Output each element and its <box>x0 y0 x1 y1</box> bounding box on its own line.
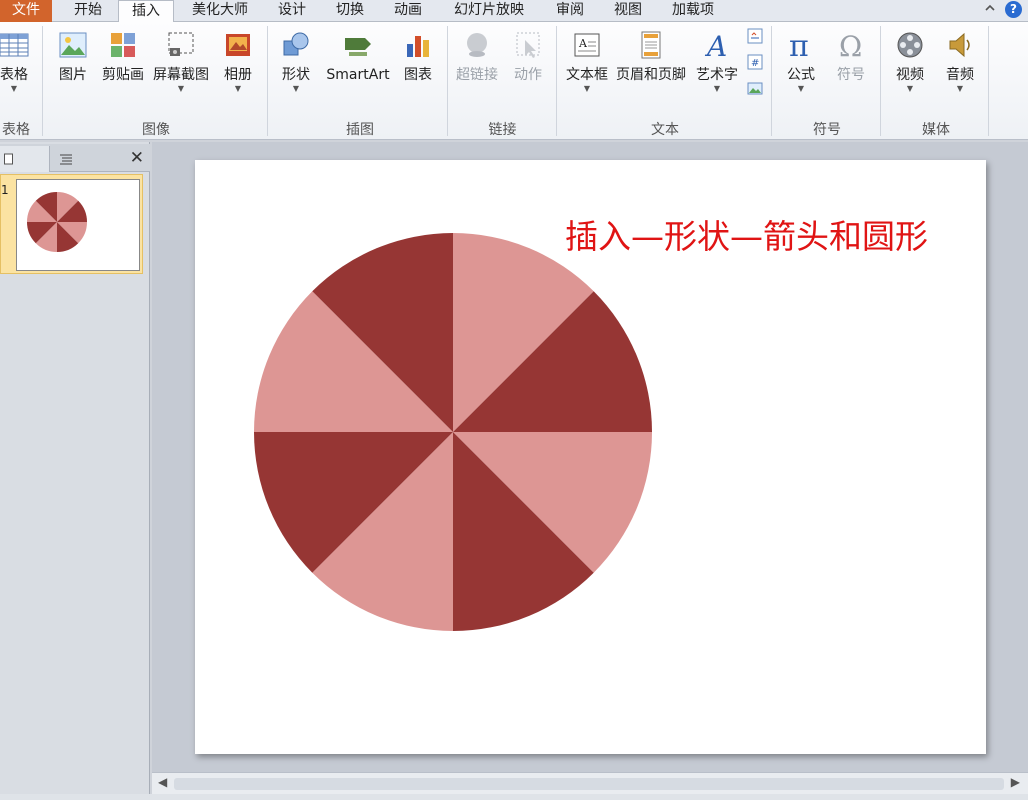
dropdown-arrow-icon: ▼ <box>956 84 964 93</box>
wordart-icon: A <box>702 30 732 63</box>
scroll-left-icon[interactable]: ◀ <box>158 775 167 789</box>
tab-outline[interactable] <box>52 146 80 172</box>
textbox-icon: A <box>572 30 602 60</box>
tab-view[interactable]: 视图 <box>604 0 652 22</box>
tab-beautify[interactable]: 美化大师 <box>180 0 260 22</box>
album-button[interactable]: 相册 ▼ <box>220 26 256 94</box>
tab-home[interactable]: 开始 <box>60 0 116 22</box>
svg-text:π: π <box>789 30 809 60</box>
ribbon-divider <box>556 26 557 136</box>
slide[interactable]: 插入—形状—箭头和圆形 <box>195 160 986 754</box>
equation-button[interactable]: π 公式 ▼ <box>783 26 819 94</box>
action-icon <box>513 30 543 60</box>
textbox-button[interactable]: A 文本框 ▼ <box>563 26 611 94</box>
table-button[interactable]: 表格 ▼ <box>0 26 34 94</box>
scrollbar-thumb[interactable] <box>174 778 1004 790</box>
ribbon-divider <box>42 26 43 136</box>
ribbon-divider <box>771 26 772 136</box>
group-label-text: 文本 <box>651 122 679 138</box>
dropdown-arrow-icon: ▼ <box>292 84 300 93</box>
svg-text:Ω: Ω <box>839 30 862 60</box>
screenshot-icon <box>166 30 196 60</box>
slide-thumbnail-item[interactable]: 1 <box>0 174 143 274</box>
dropdown-arrow-icon: ▼ <box>177 84 185 93</box>
dropdown-arrow-icon: ▼ <box>10 84 18 93</box>
speaker-icon <box>945 30 975 60</box>
ribbon: 表格 ▼ 表格 图片 剪贴画 屏幕截图 ▼ 相册 ▼ 图像 形状 ▼ Smart… <box>0 22 1028 140</box>
tab-slideshow[interactable]: 幻灯片放映 <box>443 0 535 22</box>
picture-button[interactable]: 图片 <box>52 26 94 84</box>
signature-line-icon[interactable] <box>747 28 763 44</box>
svg-text:A: A <box>704 30 727 60</box>
svg-text:A: A <box>578 37 588 50</box>
ribbon-divider <box>447 26 448 136</box>
slide-canvas: 插入—形状—箭头和圆形 <box>152 142 1028 772</box>
table-icon <box>0 30 29 60</box>
smartart-icon <box>343 30 373 60</box>
slides-panel-tabs: ✕ <box>0 144 150 172</box>
collapse-ribbon-icon[interactable] <box>984 2 996 16</box>
pi-equation-icon: π <box>786 29 816 64</box>
audio-button[interactable]: 音频 ▼ <box>942 26 978 94</box>
tab-transitions[interactable]: 切换 <box>326 0 374 22</box>
tab-review[interactable]: 审阅 <box>546 0 594 22</box>
thumbnail-pie <box>27 192 87 252</box>
svg-text:#: # <box>751 58 759 69</box>
dropdown-arrow-icon: ▼ <box>583 84 591 93</box>
action-button[interactable]: 动作 <box>508 26 548 84</box>
chart-button[interactable]: 图表 <box>400 26 436 84</box>
film-reel-icon <box>895 30 925 60</box>
ribbon-tab-bar: 文件 开始 插入 美化大师 设计 切换 动画 幻灯片放映 审阅 视图 加载项 ? <box>0 0 1028 23</box>
video-button[interactable]: 视频 ▼ <box>892 26 928 94</box>
slides-tab-icon <box>3 153 13 165</box>
group-label-images: 图像 <box>142 122 170 138</box>
close-panel-icon[interactable]: ✕ <box>130 148 144 168</box>
hyperlink-icon <box>462 30 492 60</box>
tab-design[interactable]: 设计 <box>268 0 316 22</box>
header-footer-icon <box>636 30 666 60</box>
slide-number-icon[interactable]: # <box>747 54 763 70</box>
group-label-media: 媒体 <box>922 122 950 138</box>
ribbon-divider <box>880 26 881 136</box>
wordart-button[interactable]: A 艺术字 ▼ <box>693 26 741 94</box>
slide-number: 1 <box>1 183 9 197</box>
object-icon[interactable] <box>747 80 763 96</box>
dropdown-arrow-icon: ▼ <box>797 84 805 93</box>
tab-addins[interactable]: 加载项 <box>662 0 724 22</box>
group-label-links: 链接 <box>488 122 517 138</box>
slide-thumbnail[interactable] <box>16 179 140 271</box>
photo-album-icon <box>223 30 253 60</box>
clipart-icon <box>108 30 138 60</box>
group-label-tables: 表格 <box>2 122 30 138</box>
clipart-button[interactable]: 剪贴画 <box>100 26 146 84</box>
smartart-button[interactable]: SmartArt <box>323 26 393 84</box>
tab-file[interactable]: 文件 <box>0 0 52 22</box>
hyperlink-button[interactable]: 超链接 <box>453 26 501 84</box>
group-label-symbols: 符号 <box>813 122 841 138</box>
help-icon[interactable]: ? <box>1005 1 1022 18</box>
shapes-button[interactable]: 形状 ▼ <box>278 26 314 94</box>
dropdown-arrow-icon: ▼ <box>234 84 242 93</box>
tab-insert[interactable]: 插入 <box>118 0 174 23</box>
picture-icon <box>58 30 88 60</box>
chart-icon <box>403 30 433 60</box>
group-label-illustrations: 插图 <box>346 122 374 138</box>
outline-tab-icon <box>60 154 72 165</box>
ribbon-divider <box>988 26 989 136</box>
dropdown-arrow-icon: ▼ <box>906 84 914 93</box>
horizontal-scrollbar[interactable]: ◀ ▶ <box>152 772 1028 794</box>
dropdown-arrow-icon: ▼ <box>713 84 721 93</box>
scroll-right-icon[interactable]: ▶ <box>1011 775 1020 789</box>
status-strip <box>0 794 1028 800</box>
symbol-button[interactable]: Ω 符号 <box>833 26 869 84</box>
omega-symbol-icon: Ω <box>836 30 866 63</box>
header-footer-button[interactable]: 页眉和页脚 <box>613 26 689 84</box>
slides-panel: ✕ 1 <box>0 142 150 800</box>
screenshot-button[interactable]: 屏幕截图 ▼ <box>150 26 212 94</box>
tab-animations[interactable]: 动画 <box>384 0 432 22</box>
slide-title-text[interactable]: 插入—形状—箭头和圆形 <box>565 210 928 258</box>
ribbon-divider <box>267 26 268 136</box>
shapes-icon <box>281 30 311 60</box>
tab-slides[interactable] <box>0 146 50 172</box>
